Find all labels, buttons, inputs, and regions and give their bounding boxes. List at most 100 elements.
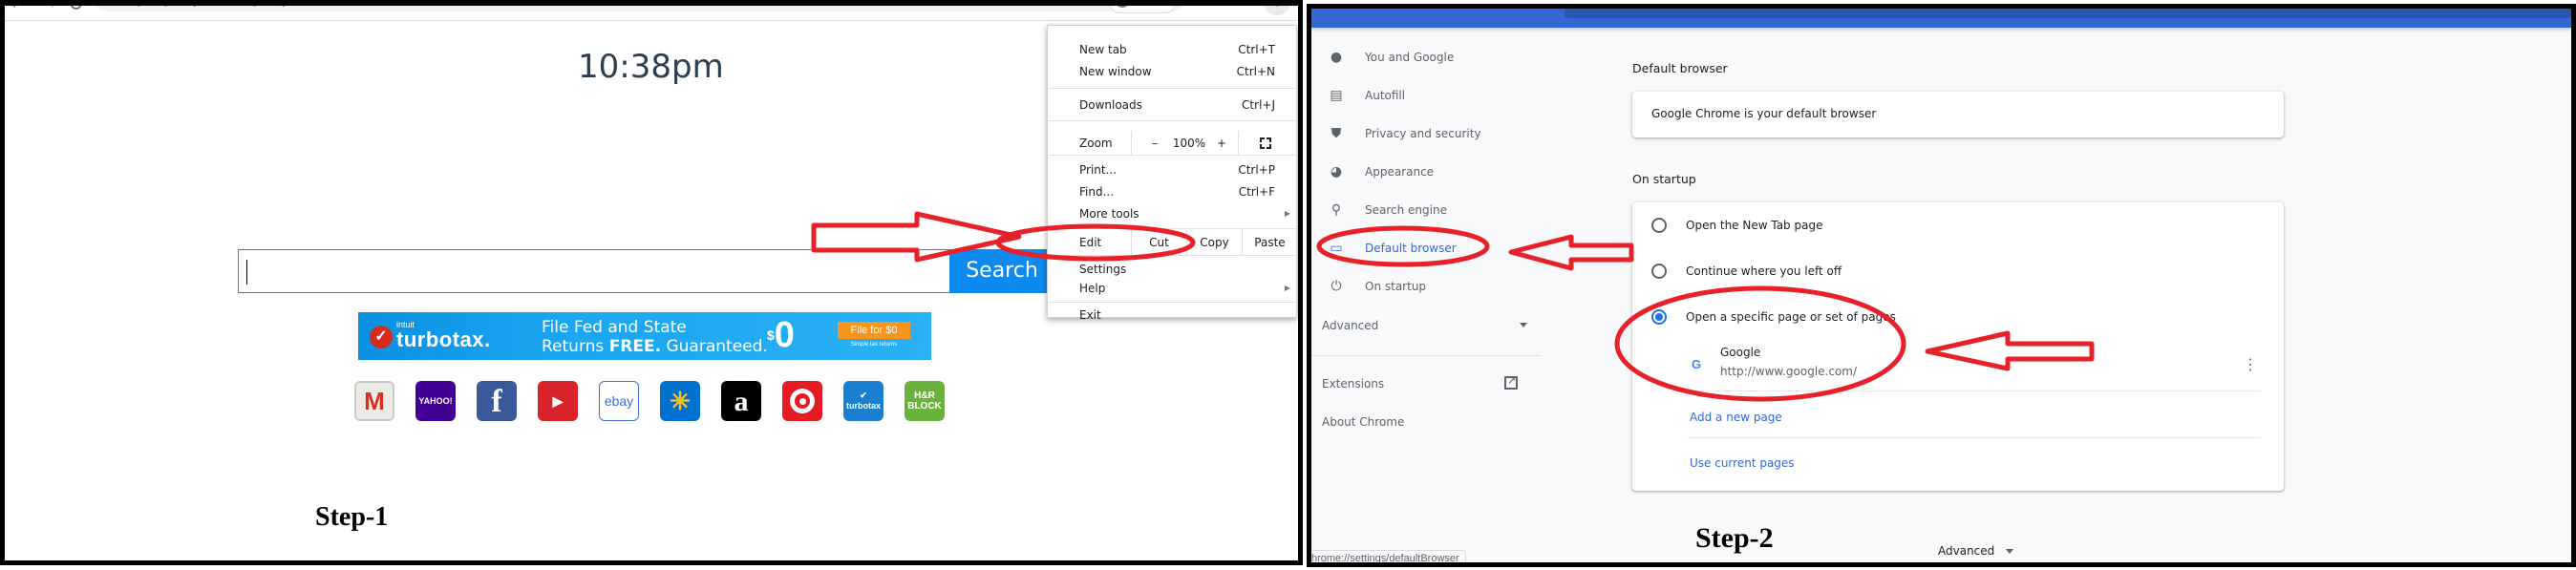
google-favicon-icon: G [1692, 357, 1702, 371]
sidebar-divider [1311, 355, 1541, 356]
sidebar-item-appearance[interactable]: ◕ Appearance [1311, 155, 1555, 189]
menu-divider [1049, 155, 1296, 156]
menu-divider [1049, 255, 1296, 256]
power-icon: ⏻ [1331, 279, 1342, 294]
menu-item-more-tools[interactable]: More tools ▶ [1048, 203, 1296, 224]
avatar-icon [1115, 6, 1130, 8]
default-browser-status: Google Chrome is your default browser [1651, 107, 1877, 120]
yahoo-icon[interactable]: YAHOO! [415, 381, 456, 421]
profile-label: Guest [1139, 6, 1178, 8]
menu-item-find[interactable]: Find... Ctrl+F [1048, 181, 1296, 202]
url-text: hp.myway.com/myway/index.html [128, 6, 369, 7]
menu-item-exit[interactable]: Exit [1048, 305, 1296, 326]
search-form: Search [238, 249, 1054, 293]
chevron-down-icon [1520, 323, 1527, 327]
hrblock-icon[interactable]: H&R BLOCK [905, 381, 945, 421]
target-icon[interactable] [782, 381, 822, 421]
use-current-pages-link[interactable]: Use current pages [1690, 456, 1795, 470]
sidebar-advanced-toggle[interactable]: Advanced [1322, 319, 1527, 332]
sidebar-item-autofill[interactable]: ▤ Autofill [1311, 78, 1555, 113]
walmart-icon[interactable]: ✳ [660, 381, 700, 421]
forward-icon[interactable]: → [39, 6, 58, 14]
zoom-in-button[interactable]: + [1212, 131, 1231, 156]
zoom-out-button[interactable]: – [1143, 131, 1166, 156]
cut-button[interactable]: Cut [1132, 230, 1186, 255]
chevron-down-icon [2006, 549, 2014, 554]
step1-label: Step-1 [315, 502, 389, 532]
external-link-icon[interactable] [1504, 374, 1518, 390]
turbotax-ad-banner[interactable]: ✓ intuit turbotax. File Fed and State Re… [358, 312, 931, 360]
sidebar-item-on-startup[interactable]: ⏻ On startup [1311, 269, 1555, 304]
zoom-level: 100% [1172, 137, 1206, 150]
radio-continue[interactable] [1651, 264, 1667, 279]
menu-item-new-window[interactable]: New window Ctrl+N [1048, 61, 1296, 82]
menu-item-print[interactable]: Print... Ctrl+P [1048, 159, 1296, 180]
menu-divider [1049, 120, 1296, 121]
ad-price: $0 [767, 315, 795, 355]
radio-new-tab[interactable] [1651, 218, 1667, 233]
text-caret [246, 260, 247, 285]
menu-item-settings[interactable]: Settings [1048, 259, 1296, 280]
tutorial-composite: ← → ↻ hp.myway.com/myway/index.html Gues… [0, 0, 2576, 570]
copy-button[interactable]: Copy [1187, 230, 1242, 255]
ad-headline: File Fed and State Returns FREE. Guarant… [542, 318, 768, 356]
on-startup-heading: On startup [1632, 172, 1696, 186]
ebay-icon[interactable]: ebay [599, 381, 639, 421]
sidebar-item-search-engine[interactable]: ⚲ Search engine [1311, 193, 1555, 227]
settings-header-bar [1311, 9, 2571, 28]
youtube-icon[interactable]: ▶ [538, 381, 578, 421]
settings-sidebar: ● You and Google ▤ Autofill ⛊ Privacy and s… [1311, 28, 1555, 562]
person-icon: ● [1330, 50, 1343, 65]
radio-label-continue: Continue where you left off [1686, 264, 1842, 278]
menu-item-new-tab[interactable]: New tab Ctrl+T [1048, 39, 1296, 60]
menu-item-help[interactable]: Help ▶ [1048, 278, 1296, 299]
sidebar-item-privacy-and-security[interactable]: ⛊ Privacy and security [1311, 116, 1555, 151]
reload-icon[interactable]: ↻ [68, 6, 84, 16]
step2-panel: ● You and Google ▤ Autofill ⛊ Privacy and s… [1307, 4, 2576, 567]
sidebar-item-extensions[interactable]: Extensions [1322, 377, 1384, 391]
search-input[interactable] [238, 249, 950, 293]
back-icon[interactable]: ← [9, 6, 28, 14]
more-actions-icon[interactable]: ⋮ [2243, 357, 2258, 372]
on-startup-card: Open the New Tab page Continue where you… [1632, 202, 2284, 491]
address-bar[interactable]: hp.myway.com/myway/index.html [96, 0, 1184, 11]
kebab-menu-icon[interactable]: ⋮ [1264, 6, 1290, 15]
clipboard-icon: ▤ [1330, 88, 1343, 103]
radio-label-specific-pages: Open a specific page or set of pages [1686, 310, 1896, 324]
step2-label: Step-2 [1695, 522, 1774, 554]
advanced-settings-toggle[interactable]: Advanced [1938, 544, 2014, 558]
lock-icon [109, 0, 117, 2]
menu-zoom-row: Zoom – 100% + [1048, 131, 1296, 156]
gmail-icon[interactable]: M [354, 381, 394, 421]
settings-search-field[interactable] [1565, 9, 2571, 18]
startup-page-name: Google [1720, 346, 1761, 359]
turbotax-icon[interactable]: ✔ turbotax [843, 381, 884, 421]
card-divider [1688, 437, 2261, 438]
amazon-icon[interactable]: a [721, 381, 761, 421]
search-button[interactable]: Search [949, 249, 1054, 293]
menu-item-downloads[interactable]: Downloads Ctrl+J [1048, 95, 1296, 116]
checkmark-icon: ✓ [370, 326, 393, 348]
sidebar-item-default-browser[interactable]: ▭ Default browser [1311, 231, 1555, 265]
fullscreen-icon[interactable] [1260, 137, 1271, 149]
radio-specific-pages[interactable] [1651, 309, 1667, 325]
radio-label-new-tab: Open the New Tab page [1686, 219, 1823, 232]
sidebar-item-you-and-google[interactable]: ● You and Google [1311, 40, 1555, 74]
add-new-page-link[interactable]: Add a new page [1690, 411, 1782, 424]
palette-icon: ◕ [1330, 164, 1343, 179]
search-icon: ⚲ [1331, 202, 1342, 218]
profile-button[interactable]: Guest [1108, 6, 1178, 13]
default-browser-card: Google Chrome is your default browser [1632, 92, 2284, 137]
sidebar-item-about-chrome[interactable]: About Chrome [1322, 415, 1404, 429]
ad-cta-button[interactable]: File for $0 [838, 322, 910, 339]
quick-links: M YAHOO! f ▶ ebay ✳ a ✔ turbotax H&R BLO… [354, 381, 945, 421]
browser-icon: ▭ [1330, 241, 1343, 256]
paste-button[interactable]: Paste [1243, 230, 1297, 255]
turbotax-logo: ✓ intuit turbotax. [370, 320, 513, 351]
step1-panel: ← → ↻ hp.myway.com/myway/index.html Gues… [0, 0, 1303, 565]
submenu-arrow-icon: ▶ [1284, 209, 1290, 218]
chrome-main-menu: New tab Ctrl+T New window Ctrl+N Downloads… [1047, 25, 1297, 322]
startup-page-url: http://www.google.com/ [1720, 365, 1858, 378]
facebook-icon[interactable]: f [477, 381, 517, 421]
default-browser-heading: Default browser [1632, 61, 1728, 75]
